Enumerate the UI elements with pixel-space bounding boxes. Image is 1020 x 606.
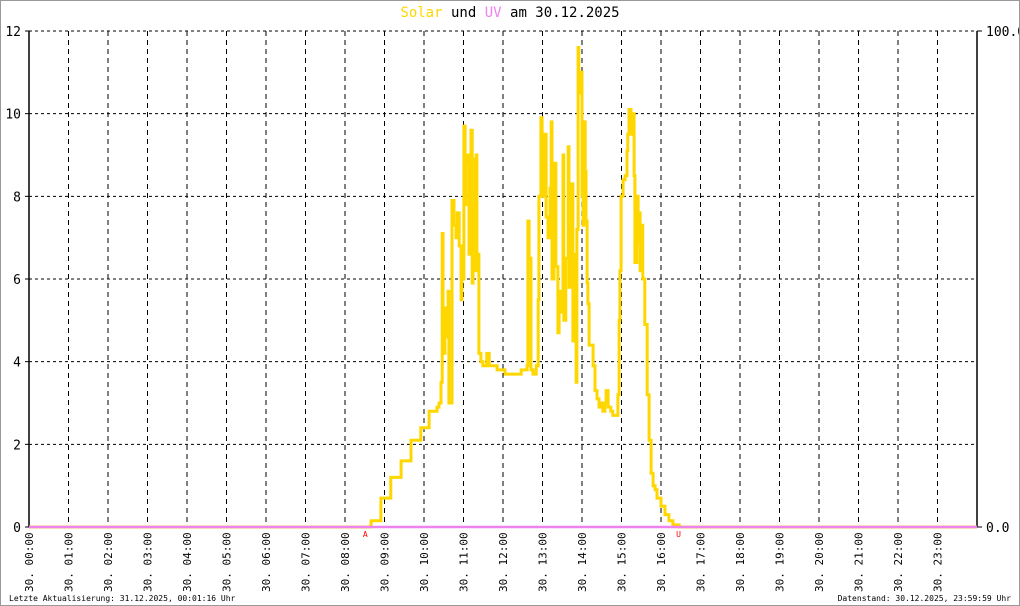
y2-tick-label: 100.0 bbox=[986, 25, 1019, 40]
last-update-text: Letzte Aktualisierung: 31.12.2025, 00:01… bbox=[9, 594, 236, 603]
x-tick-label: 30. 23:00 bbox=[932, 532, 945, 592]
x-tick-label: 30. 21:00 bbox=[853, 532, 866, 592]
x-tick-label: 30. 17:00 bbox=[695, 532, 708, 592]
x-tick-label: 30. 11:00 bbox=[458, 532, 471, 592]
x-tick-label: 30. 05:00 bbox=[221, 532, 234, 592]
y-tick-label: 2 bbox=[13, 438, 21, 453]
marker-a: A bbox=[363, 530, 368, 539]
x-tick-label: 30. 08:00 bbox=[339, 532, 352, 592]
y2-tick-label: 0.0 bbox=[986, 521, 1009, 536]
x-tick-label: 30. 07:00 bbox=[300, 532, 313, 592]
y-tick-label: 0 bbox=[13, 521, 21, 536]
x-tick-label: 30. 12:00 bbox=[497, 532, 510, 592]
x-tick-label: 30. 22:00 bbox=[892, 532, 905, 592]
x-tick-label: 30. 01:00 bbox=[63, 532, 76, 592]
x-tick-label: 30. 06:00 bbox=[260, 532, 273, 592]
y-tick-label: 12 bbox=[5, 25, 21, 40]
marker-u: U bbox=[676, 530, 681, 539]
x-tick-label: 30. 19:00 bbox=[774, 532, 787, 592]
x-tick-label: 30. 16:00 bbox=[655, 532, 668, 592]
x-tick-label: 30. 14:00 bbox=[576, 532, 589, 592]
x-tick-label: 30. 20:00 bbox=[813, 532, 826, 592]
x-tick-label: 30. 03:00 bbox=[142, 532, 155, 592]
x-tick-label: 30. 13:00 bbox=[537, 532, 550, 592]
x-tick-label: 30. 18:00 bbox=[734, 532, 747, 592]
x-tick-label: 30. 00:00 bbox=[23, 532, 36, 592]
y-tick-label: 8 bbox=[13, 190, 21, 205]
x-tick-label: 30. 09:00 bbox=[379, 532, 392, 592]
y-tick-label: 6 bbox=[13, 273, 21, 288]
solar-uv-chart: 0 2 4 6 8 10 12 30. 00:00 30. 01:00 30. 02:00 30. … bbox=[5, 25, 1019, 592]
x-tick-label: 30. 10:00 bbox=[418, 532, 431, 592]
x-tick-label: 30. 04:00 bbox=[181, 532, 194, 592]
data-timestamp-text: Datenstand: 30.12.2025, 23:59:59 Uhr bbox=[837, 594, 1011, 603]
chart-window: Solar und UV am 30.12.2025 0 2 4 6 8 10 12 30. … bbox=[0, 0, 1020, 606]
y-tick-label: 10 bbox=[5, 108, 21, 123]
x-tick-label: 30. 15:00 bbox=[616, 532, 629, 592]
x-tick-label: 30. 02:00 bbox=[102, 532, 115, 592]
y-tick-label: 4 bbox=[13, 356, 21, 371]
